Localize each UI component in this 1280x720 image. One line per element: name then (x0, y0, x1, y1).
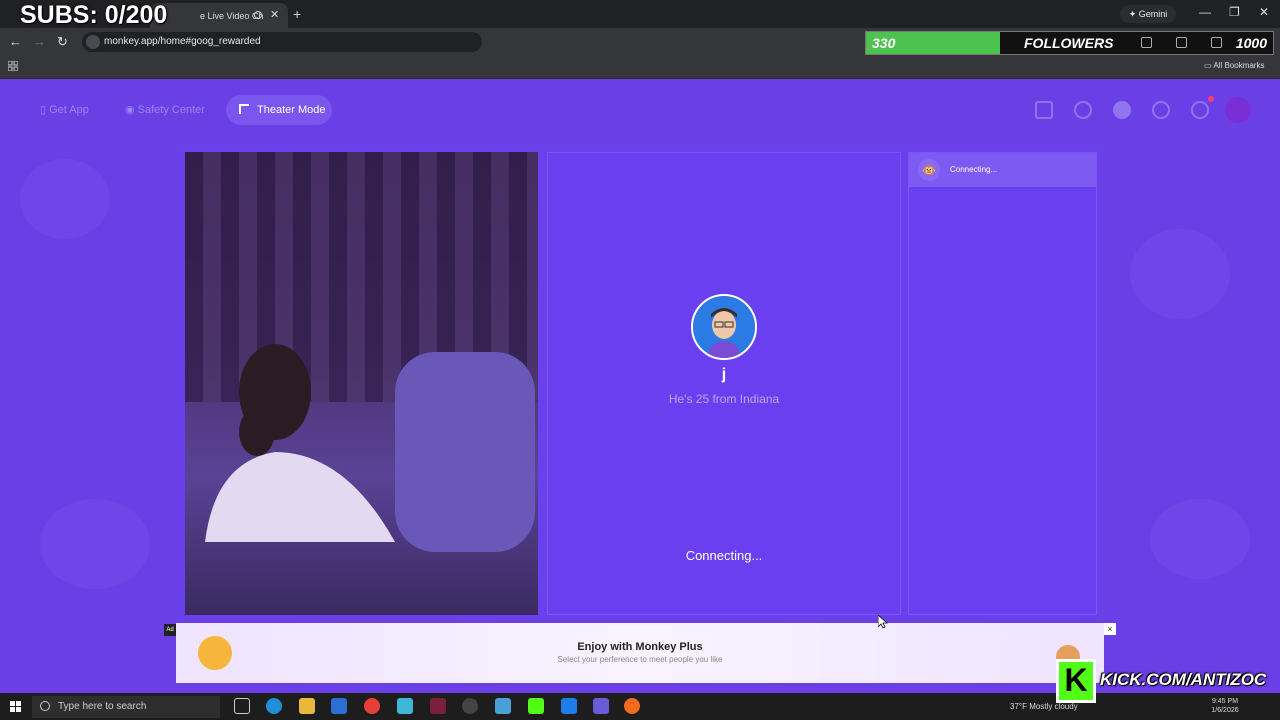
outlook-icon[interactable] (561, 698, 577, 714)
ad-badge: Ad (164, 624, 176, 636)
back-icon[interactable]: ← (9, 34, 22, 49)
ad-banner[interactable] (176, 623, 1104, 683)
chat-status: Connecting... (950, 165, 998, 174)
clock-time: 9:45 PM (1211, 698, 1239, 705)
messages-icon[interactable] (1191, 101, 1209, 119)
background-pattern (20, 159, 110, 239)
followers-goal-bar: 330 FOLLOWERS 1000 (865, 31, 1274, 55)
apps-grid-icon[interactable] (8, 61, 18, 71)
history-icon[interactable] (1152, 101, 1170, 119)
window-close-icon[interactable]: ✕ (1259, 5, 1269, 19)
user-avatar[interactable] (1225, 97, 1251, 123)
4k-icon[interactable] (462, 698, 478, 714)
ad-close-button[interactable]: × (1104, 623, 1116, 635)
peer-name: j (721, 366, 727, 383)
get-app-link[interactable]: ▯ Get App (40, 100, 89, 120)
profile-icon[interactable] (1113, 101, 1131, 119)
monkey-icon: 🐵 (918, 159, 940, 181)
url-field[interactable]: monkey.app/home#goog_rewarded (82, 32, 482, 52)
extensions-icon[interactable] (1141, 37, 1152, 48)
file-explorer-icon[interactable] (299, 698, 315, 714)
followers-goal: 1000 (1235, 35, 1267, 51)
edge-icon[interactable] (266, 698, 282, 714)
all-bookmarks-label: All Bookmarks (1213, 61, 1265, 70)
get-app-label: Get App (49, 104, 89, 116)
minimize-icon[interactable]: — (1199, 5, 1211, 19)
all-bookmarks[interactable]: ▭ All Bookmarks (1204, 61, 1264, 70)
kick-app-icon[interactable] (528, 698, 544, 714)
ad-title: Enjoy with Monkey Plus (577, 641, 703, 653)
bookmarks-bar (0, 56, 1280, 79)
browser-tab[interactable]: e Live Video Ch ✕ (150, 3, 288, 28)
monkey-king-icon (198, 636, 232, 670)
peer-info: He's 25 from Indiana (668, 392, 780, 406)
store-icon[interactable] (331, 698, 347, 714)
taskbar-search-placeholder: Type here to search (58, 701, 147, 712)
peer-avatar (691, 294, 757, 360)
kick-channel-url: KICK.COM/ANTIZOC (1100, 670, 1267, 689)
theater-mode-button[interactable]: Theater Mode (226, 95, 332, 125)
notification-badge (1208, 96, 1214, 102)
safety-center-link[interactable]: ◉ Safety Center (125, 100, 205, 120)
background-pattern (40, 499, 150, 589)
chrome-icon[interactable] (364, 698, 380, 714)
task-view-icon[interactable] (234, 698, 250, 714)
chat-panel (908, 152, 1097, 615)
gemini-button[interactable]: ✦ Gemini (1120, 5, 1176, 23)
followers-current: 330 (872, 35, 896, 51)
url-text: monkey.app/home#goog_rewarded (104, 36, 261, 47)
reload-icon[interactable]: ↻ (57, 34, 68, 50)
followers-label: FOLLOWERS (1024, 35, 1114, 51)
gemini-label: Gemini (1138, 9, 1168, 19)
obs-icon[interactable] (624, 698, 640, 714)
reading-list-icon[interactable] (1211, 37, 1222, 48)
site-info-icon[interactable] (86, 35, 100, 49)
kick-logo: K (1056, 659, 1096, 703)
cast-icon[interactable] (1176, 37, 1187, 48)
ad-subtitle: Select your perference to meet people yo… (557, 655, 723, 664)
background-pattern (1130, 229, 1230, 319)
subs-counter: SUBS: 0/200 (20, 1, 168, 29)
taskbar-search[interactable]: Type here to search (32, 696, 220, 718)
camera-person (205, 344, 395, 542)
search-icon[interactable] (1074, 101, 1092, 119)
weather-widget[interactable]: 37°F Mostly cloudy (1010, 702, 1078, 711)
safety-center-label: Safety Center (137, 104, 205, 116)
background-pattern (1150, 499, 1250, 579)
camera-chair (395, 352, 535, 552)
maximize-icon[interactable]: ❐ (1229, 5, 1240, 19)
self-camera-feed (185, 152, 538, 615)
discord-icon[interactable] (593, 698, 609, 714)
forward-icon[interactable]: → (33, 34, 46, 49)
tab-close-icon[interactable]: ✕ (270, 8, 279, 21)
windows-start-icon[interactable] (10, 701, 21, 712)
teams-icon[interactable] (495, 698, 511, 714)
clock[interactable]: 9:45 PM 1/6/2026 (1207, 697, 1243, 715)
capcut-icon[interactable] (430, 698, 446, 714)
search-icon (40, 701, 50, 711)
clock-date: 1/6/2026 (1211, 707, 1239, 714)
app-icon[interactable] (397, 698, 413, 714)
recording-icon (254, 11, 262, 19)
theater-mode-label: Theater Mode (257, 104, 326, 116)
new-tab-button[interactable]: + (293, 6, 301, 22)
mouse-cursor-icon (878, 615, 888, 629)
shop-icon[interactable] (1035, 101, 1053, 119)
expand-icon (239, 104, 249, 114)
connection-status: Connecting... (685, 548, 763, 563)
